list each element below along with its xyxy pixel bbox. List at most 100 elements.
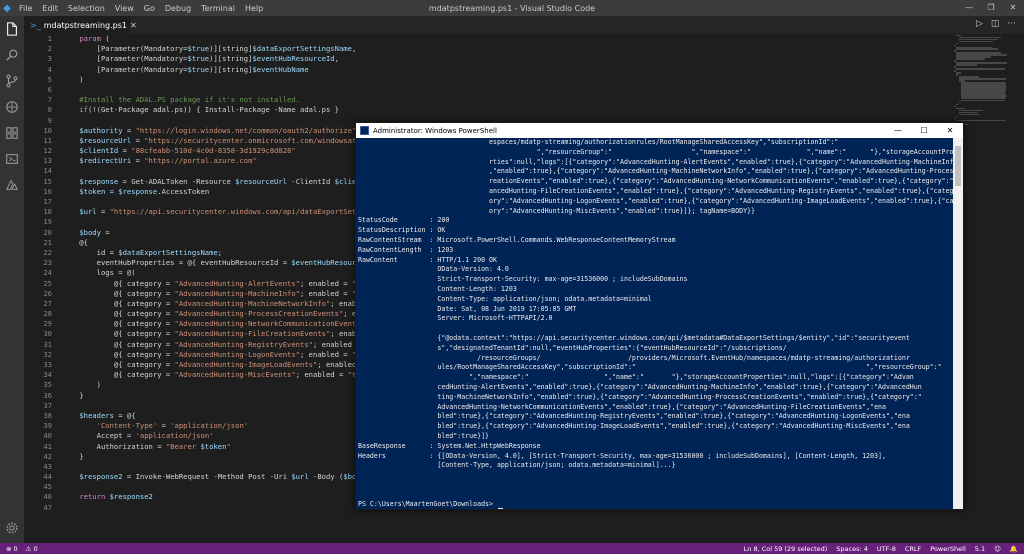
line-number: 29	[43, 319, 52, 329]
console-line: RawContent : HTTP/1.1 200 OK	[358, 255, 497, 264]
run-icon[interactable]: ▷	[976, 19, 983, 29]
console-line: ","resourceGroup":" ","namespace":" ","n…	[358, 147, 953, 156]
console-line: {"@odata.context":"https://api.securityc…	[358, 333, 910, 342]
tab-close-icon[interactable]: ✕	[130, 21, 137, 30]
code-line[interactable]: [Parameter(Mandatory=$true)][string]$dat…	[62, 44, 954, 54]
status-errors[interactable]: ⊗ 0	[6, 545, 18, 553]
maximize-button[interactable]: ❐	[980, 0, 1002, 16]
feedback-icon[interactable]: ☺	[994, 545, 1001, 553]
editor-actions: ▷ ◫ ···	[976, 19, 1016, 29]
editor-tab-bar: >_ mdatpstreaming.ps1 ✕ ▷ ◫ ···	[24, 16, 1024, 34]
menu-debug[interactable]: Debug	[160, 4, 196, 13]
line-number: 34	[43, 370, 52, 380]
console-line: ancedHunting-FileCreationEvents","enable…	[358, 186, 953, 195]
ps-close-button[interactable]: ✕	[937, 126, 963, 135]
console-line: StatusCode : 200	[358, 216, 450, 225]
menu-selection[interactable]: Selection	[63, 4, 110, 13]
line-number: 24	[43, 268, 52, 278]
console-line: ules/RootManageSharedAccessKey","subscri…	[358, 363, 942, 372]
title-bar: ◆ File Edit Selection View Go Debug Term…	[0, 0, 1024, 16]
line-number: 27	[43, 298, 52, 308]
line-number: 22	[43, 247, 52, 257]
status-language[interactable]: PowerShell	[930, 545, 966, 553]
code-line[interactable]: if(!(Get-Package adal.ps)) { Install-Pac…	[62, 105, 954, 115]
menu-edit[interactable]: Edit	[37, 4, 63, 13]
line-number: 6	[47, 84, 52, 94]
console-line: bled":true},{"category":"AdvancedHunting…	[358, 412, 910, 421]
code-line[interactable]: param (	[62, 34, 954, 44]
code-line[interactable]: [Parameter(Mandatory=$true)][string]$eve…	[62, 54, 954, 64]
azure-icon[interactable]	[0, 172, 24, 198]
line-number: 33	[43, 360, 52, 369]
status-eol[interactable]: CRLF	[905, 545, 921, 553]
console-line: ory":"AdvancedHunting-MiscEvents","enabl…	[358, 206, 755, 215]
line-number: 42	[43, 451, 52, 461]
console-line: ,"enabled":true},{"category":"AdvancedHu…	[358, 167, 953, 176]
remote-icon[interactable]	[0, 146, 24, 172]
menu-view[interactable]: View	[110, 4, 139, 13]
minimap-line	[956, 64, 978, 66]
console-cursor	[497, 508, 503, 509]
ps-minimize-button[interactable]: —	[885, 126, 911, 135]
menu-go[interactable]: Go	[139, 4, 160, 13]
menu-help[interactable]: Help	[240, 4, 268, 13]
status-indentation[interactable]: Spaces: 4	[836, 545, 868, 553]
line-number: 26	[43, 288, 52, 298]
tab-label: mdatpstreaming.ps1	[43, 20, 127, 30]
source-control-icon[interactable]	[0, 68, 24, 94]
code-line[interactable]: #Install the ADAL.PS package if it's not…	[62, 95, 954, 105]
powershell-window[interactable]: Administrator: Windows PowerShell — ☐ ✕ …	[355, 122, 964, 510]
debug-icon[interactable]	[0, 94, 24, 120]
console-line: bled":true},{"category":"AdvancedHunting…	[358, 422, 910, 431]
line-number: 19	[43, 217, 52, 227]
console-line: bled":true}]}	[358, 431, 490, 440]
minimap-line	[956, 48, 999, 50]
minimize-button[interactable]: —	[958, 0, 980, 16]
tab-mdatpstreaming[interactable]: >_ mdatpstreaming.ps1 ✕	[24, 16, 137, 34]
line-number: 8	[47, 105, 52, 115]
scrollbar-thumb[interactable]	[955, 146, 961, 186]
console-line: Date: Sat, 08 Jun 2019 17:05:05 GMT	[358, 304, 577, 313]
activity-bar	[0, 16, 24, 543]
menu-terminal[interactable]: Terminal	[196, 4, 240, 13]
console-line: s","designatedTenantId":null,"eventHubPr…	[358, 343, 787, 352]
explorer-icon[interactable]	[0, 16, 24, 42]
more-actions-icon[interactable]: ···	[1007, 19, 1016, 29]
console-line: rties":null,"logs":[{"category":"Advance…	[358, 157, 953, 166]
line-number: 25	[43, 278, 52, 288]
search-icon[interactable]	[0, 42, 24, 68]
console-line: Strict-Transport-Security: max-age=31536…	[358, 275, 688, 284]
split-editor-icon[interactable]: ◫	[991, 19, 1000, 29]
powershell-file-icon: >_	[30, 20, 41, 30]
line-number: 20	[43, 227, 52, 237]
menu-file[interactable]: File	[14, 4, 37, 13]
code-line[interactable]: )	[62, 75, 954, 85]
extensions-icon[interactable]	[0, 120, 24, 146]
minimap-line	[956, 115, 959, 118]
line-number: 3	[47, 54, 52, 64]
line-number: 10	[43, 125, 52, 135]
console-line: RawContentLength : 1203	[358, 245, 454, 254]
status-ps-version[interactable]: 5.1	[975, 545, 985, 553]
console-line: reationEvents","enabled":true},{"categor…	[358, 177, 953, 186]
powershell-console[interactable]: espaces/mdatp-streaming/authorizationrul…	[356, 138, 953, 509]
console-line: OData-Version: 4.0	[358, 265, 509, 274]
code-line[interactable]	[62, 85, 954, 95]
status-encoding[interactable]: UTF-8	[877, 545, 896, 553]
line-number: 36	[43, 390, 52, 400]
line-number: 30	[43, 329, 52, 339]
status-warnings[interactable]: ⚠ 0	[26, 545, 38, 553]
line-number: 31	[43, 339, 52, 349]
ps-maximize-button[interactable]: ☐	[911, 126, 937, 135]
powershell-scrollbar[interactable]	[953, 138, 963, 509]
line-number: 47	[43, 502, 52, 512]
settings-gear-icon[interactable]	[0, 515, 24, 541]
close-button[interactable]: ✕	[1002, 0, 1024, 16]
notifications-bell-icon[interactable]: 🔔	[1010, 545, 1018, 553]
powershell-title-bar[interactable]: Administrator: Windows PowerShell — ☐ ✕	[356, 123, 963, 138]
status-cursor-position[interactable]: Ln 8, Col 59 (29 selected)	[744, 545, 828, 553]
code-line[interactable]: [Parameter(Mandatory=$true)][string]$eve…	[62, 65, 954, 75]
